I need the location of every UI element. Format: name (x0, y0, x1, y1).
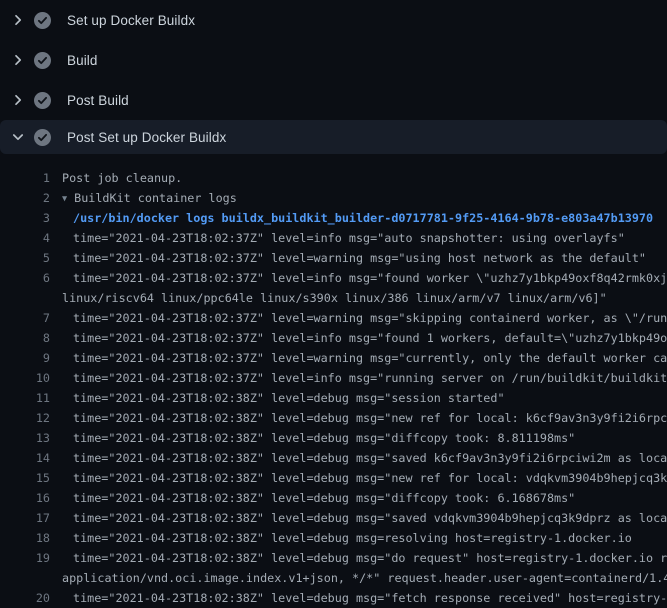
check-circle-icon (34, 129, 51, 146)
log-line-text: time="2021-04-23T18:02:37Z" level=info m… (62, 328, 667, 348)
chevron-right-icon (10, 92, 26, 108)
chevron-right-icon (10, 12, 26, 28)
step-title: Post Build (67, 93, 129, 108)
log-line-text: time="2021-04-23T18:02:38Z" level=debug … (62, 428, 667, 448)
log-line-number[interactable]: 6 (0, 268, 50, 288)
step-title: Build (67, 53, 98, 68)
log-line-number[interactable]: 7 (0, 308, 50, 328)
log-line-text: Post job cleanup. (62, 168, 667, 188)
log-line-number[interactable]: 18 (0, 528, 50, 548)
log-line-number[interactable]: 19 (0, 548, 50, 568)
log-line-text: time="2021-04-23T18:02:38Z" level=debug … (62, 448, 667, 468)
log-line: 16 time="2021-04-23T18:02:38Z" level=debu… (0, 488, 667, 508)
step-title: Set up Docker Buildx (67, 13, 195, 28)
chevron-right-icon (10, 52, 26, 68)
log-line-text: application/vnd.oci.image.index.v1+json,… (62, 568, 667, 588)
log-line: 10 time="2021-04-23T18:02:37Z" level=info… (0, 368, 667, 388)
log-line-text: time="2021-04-23T18:02:38Z" level=debug … (62, 408, 667, 428)
log-line-text: time="2021-04-23T18:02:37Z" level=info m… (62, 228, 667, 248)
step-header-set-up-docker-buildx[interactable]: Set up Docker Buildx (0, 0, 667, 40)
step-header-post-build[interactable]: Post Build (0, 80, 667, 120)
chevron-down-icon (10, 129, 26, 145)
log-line-text: time="2021-04-23T18:02:37Z" level=warnin… (62, 348, 667, 368)
log-line-text: linux/riscv64 linux/ppc64le linux/s390x … (62, 288, 667, 308)
log-line-text: time="2021-04-23T18:02:38Z" level=debug … (62, 488, 667, 508)
log-output: 1 Post job cleanup. 2 ▼ BuildKit container l… (0, 154, 667, 608)
log-line: 19 time="2021-04-23T18:02:38Z" level=debu… (0, 548, 667, 568)
log-line: 13 time="2021-04-23T18:02:38Z" level=debu… (0, 428, 667, 448)
step-title: Post Set up Docker Buildx (67, 130, 226, 145)
log-line: 11 time="2021-04-23T18:02:38Z" level=debu… (0, 388, 667, 408)
log-line-text: time="2021-04-23T18:02:37Z" level=info m… (62, 268, 667, 288)
log-line-text: time="2021-04-23T18:02:38Z" level=debug … (62, 388, 667, 408)
log-line-text: time="2021-04-23T18:02:37Z" level=warnin… (62, 308, 667, 328)
log-line-text: time="2021-04-23T18:02:38Z" level=debug … (62, 508, 667, 528)
log-line: 4 time="2021-04-23T18:02:37Z" level=info … (0, 228, 667, 248)
log-line-text: time="2021-04-23T18:02:37Z" level=warnin… (62, 248, 667, 268)
log-line-number[interactable]: 20 (0, 588, 50, 608)
log-line-number[interactable]: 16 (0, 488, 50, 508)
log-line: 15 time="2021-04-23T18:02:38Z" level=debu… (0, 468, 667, 488)
log-line-number (0, 288, 50, 308)
log-line-continuation: linux/riscv64 linux/ppc64le linux/s390x … (0, 288, 667, 308)
log-command-text: /usr/bin/docker logs buildx_buildkit_bui… (62, 208, 667, 228)
log-line-number[interactable]: 4 (0, 228, 50, 248)
log-line: 6 time="2021-04-23T18:02:37Z" level=info … (0, 268, 667, 288)
log-group-title: BuildKit container logs (74, 191, 237, 205)
log-line-number[interactable]: 11 (0, 388, 50, 408)
log-line-number[interactable]: 5 (0, 248, 50, 268)
log-line-number[interactable]: 8 (0, 328, 50, 348)
log-line-text: time="2021-04-23T18:02:38Z" level=debug … (62, 588, 667, 608)
log-line: 7 time="2021-04-23T18:02:37Z" level=warni… (0, 308, 667, 328)
log-line-number (0, 568, 50, 588)
log-line: 14 time="2021-04-23T18:02:38Z" level=debu… (0, 448, 667, 468)
log-line: 5 time="2021-04-23T18:02:37Z" level=warni… (0, 248, 667, 268)
group-toggle-icon[interactable]: ▼ (62, 189, 67, 208)
log-line: 12 time="2021-04-23T18:02:38Z" level=debu… (0, 408, 667, 428)
log-line: 1 Post job cleanup. (0, 168, 667, 188)
log-line-number[interactable]: 10 (0, 368, 50, 388)
log-line: 3/usr/bin/docker logs buildx_buildkit_bu… (0, 208, 667, 228)
check-circle-icon (34, 92, 51, 109)
log-line-number[interactable]: 17 (0, 508, 50, 528)
log-line: 2 ▼ BuildKit container logs (0, 188, 667, 208)
log-line: 18 time="2021-04-23T18:02:38Z" level=debu… (0, 528, 667, 548)
job-steps-list: Set up Docker Buildx Build Post Build Post … (0, 0, 667, 154)
step-header-build[interactable]: Build (0, 40, 667, 80)
log-line: 17 time="2021-04-23T18:02:38Z" level=debu… (0, 508, 667, 528)
log-line-number[interactable]: 3 (0, 208, 50, 228)
log-line-text: time="2021-04-23T18:02:37Z" level=info m… (62, 368, 667, 388)
check-circle-icon (34, 12, 51, 29)
log-line-text: time="2021-04-23T18:02:38Z" level=debug … (62, 468, 667, 488)
log-line: 9 time="2021-04-23T18:02:37Z" level=warni… (0, 348, 667, 368)
log-line-text: ▼ BuildKit container logs (62, 188, 667, 208)
log-line-number[interactable]: 14 (0, 448, 50, 468)
log-line-number[interactable]: 9 (0, 348, 50, 368)
log-line-number[interactable]: 12 (0, 408, 50, 428)
log-line-text: time="2021-04-23T18:02:38Z" level=debug … (62, 528, 667, 548)
log-line-number[interactable]: 1 (0, 168, 50, 188)
log-line: 8 time="2021-04-23T18:02:37Z" level=info … (0, 328, 667, 348)
log-line-number[interactable]: 15 (0, 468, 50, 488)
log-line-number[interactable]: 13 (0, 428, 50, 448)
log-line-text: time="2021-04-23T18:02:38Z" level=debug … (62, 548, 667, 568)
log-line-number[interactable]: 2 (0, 188, 50, 208)
log-line: 20 time="2021-04-23T18:02:38Z" level=debu… (0, 588, 667, 608)
step-header-post-set-up-docker-buildx[interactable]: Post Set up Docker Buildx (0, 120, 667, 154)
check-circle-icon (34, 52, 51, 69)
log-line-continuation: application/vnd.oci.image.index.v1+json,… (0, 568, 667, 588)
